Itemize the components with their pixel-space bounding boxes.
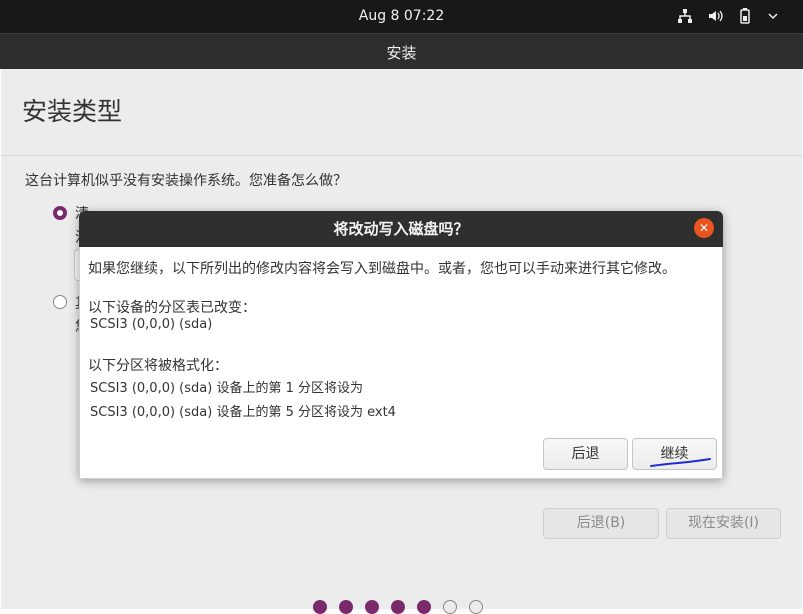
progress-dot xyxy=(469,600,483,614)
window-title: 安装 xyxy=(386,44,417,62)
progress-dot xyxy=(391,600,405,614)
partition-table-heading: 以下设备的分区表已改变： xyxy=(88,300,256,316)
dialog-back-button[interactable]: 后退 xyxy=(543,438,628,470)
window-titlebar: 安装 xyxy=(0,33,803,69)
pen-annotation-underline xyxy=(650,458,711,467)
dialog-intro: 如果您继续，以下所列出的修改内容将会写入到磁盘中。或者，您也可以手动来进行其它修… xyxy=(88,261,676,277)
progress-dot xyxy=(443,600,457,614)
partition-table-device: SCSI3 (0,0,0) (sda) xyxy=(90,317,213,332)
dialog-body: 如果您继续，以下所列出的修改内容将会写入到磁盘中。或者，您也可以手动来进行其它修… xyxy=(79,247,723,479)
format-line-1: SCSI3 (0,0,0) (sda) 设备上的第 1 分区将设为 xyxy=(90,381,363,396)
progress-dots xyxy=(313,600,483,614)
progress-dot xyxy=(339,600,353,614)
install-now-button[interactable]: 现在安装(I) xyxy=(666,508,781,539)
volume-icon[interactable] xyxy=(707,7,723,25)
battery-icon[interactable] xyxy=(737,7,753,25)
top-panel: Aug 8 07:22 xyxy=(0,0,803,33)
system-tray[interactable] xyxy=(677,7,783,25)
header-divider xyxy=(1,155,802,156)
erase-disk-radio[interactable] xyxy=(53,206,67,220)
install-question: 这台计算机似乎没有安装操作系统。您准备怎么做？ xyxy=(25,173,347,189)
back-button[interactable]: 后退(B) xyxy=(543,508,659,539)
page-title: 安装类型 xyxy=(22,97,123,126)
progress-dot xyxy=(365,600,379,614)
close-icon[interactable]: ✕ xyxy=(694,218,714,238)
network-icon[interactable] xyxy=(677,7,693,25)
format-line-2: SCSI3 (0,0,0) (sda) 设备上的第 5 分区将设为 ext4 xyxy=(90,405,396,420)
progress-dot xyxy=(313,600,327,614)
power-menu-icon[interactable] xyxy=(767,7,783,25)
progress-dot xyxy=(417,600,431,614)
dialog-title: 将改动写入磁盘吗？ xyxy=(79,211,723,247)
format-heading: 以下分区将被格式化： xyxy=(88,358,228,374)
write-changes-dialog: 将改动写入磁盘吗？ ✕ 如果您继续，以下所列出的修改内容将会写入到磁盘中。或者，… xyxy=(79,211,723,479)
something-else-radio[interactable] xyxy=(53,295,67,309)
